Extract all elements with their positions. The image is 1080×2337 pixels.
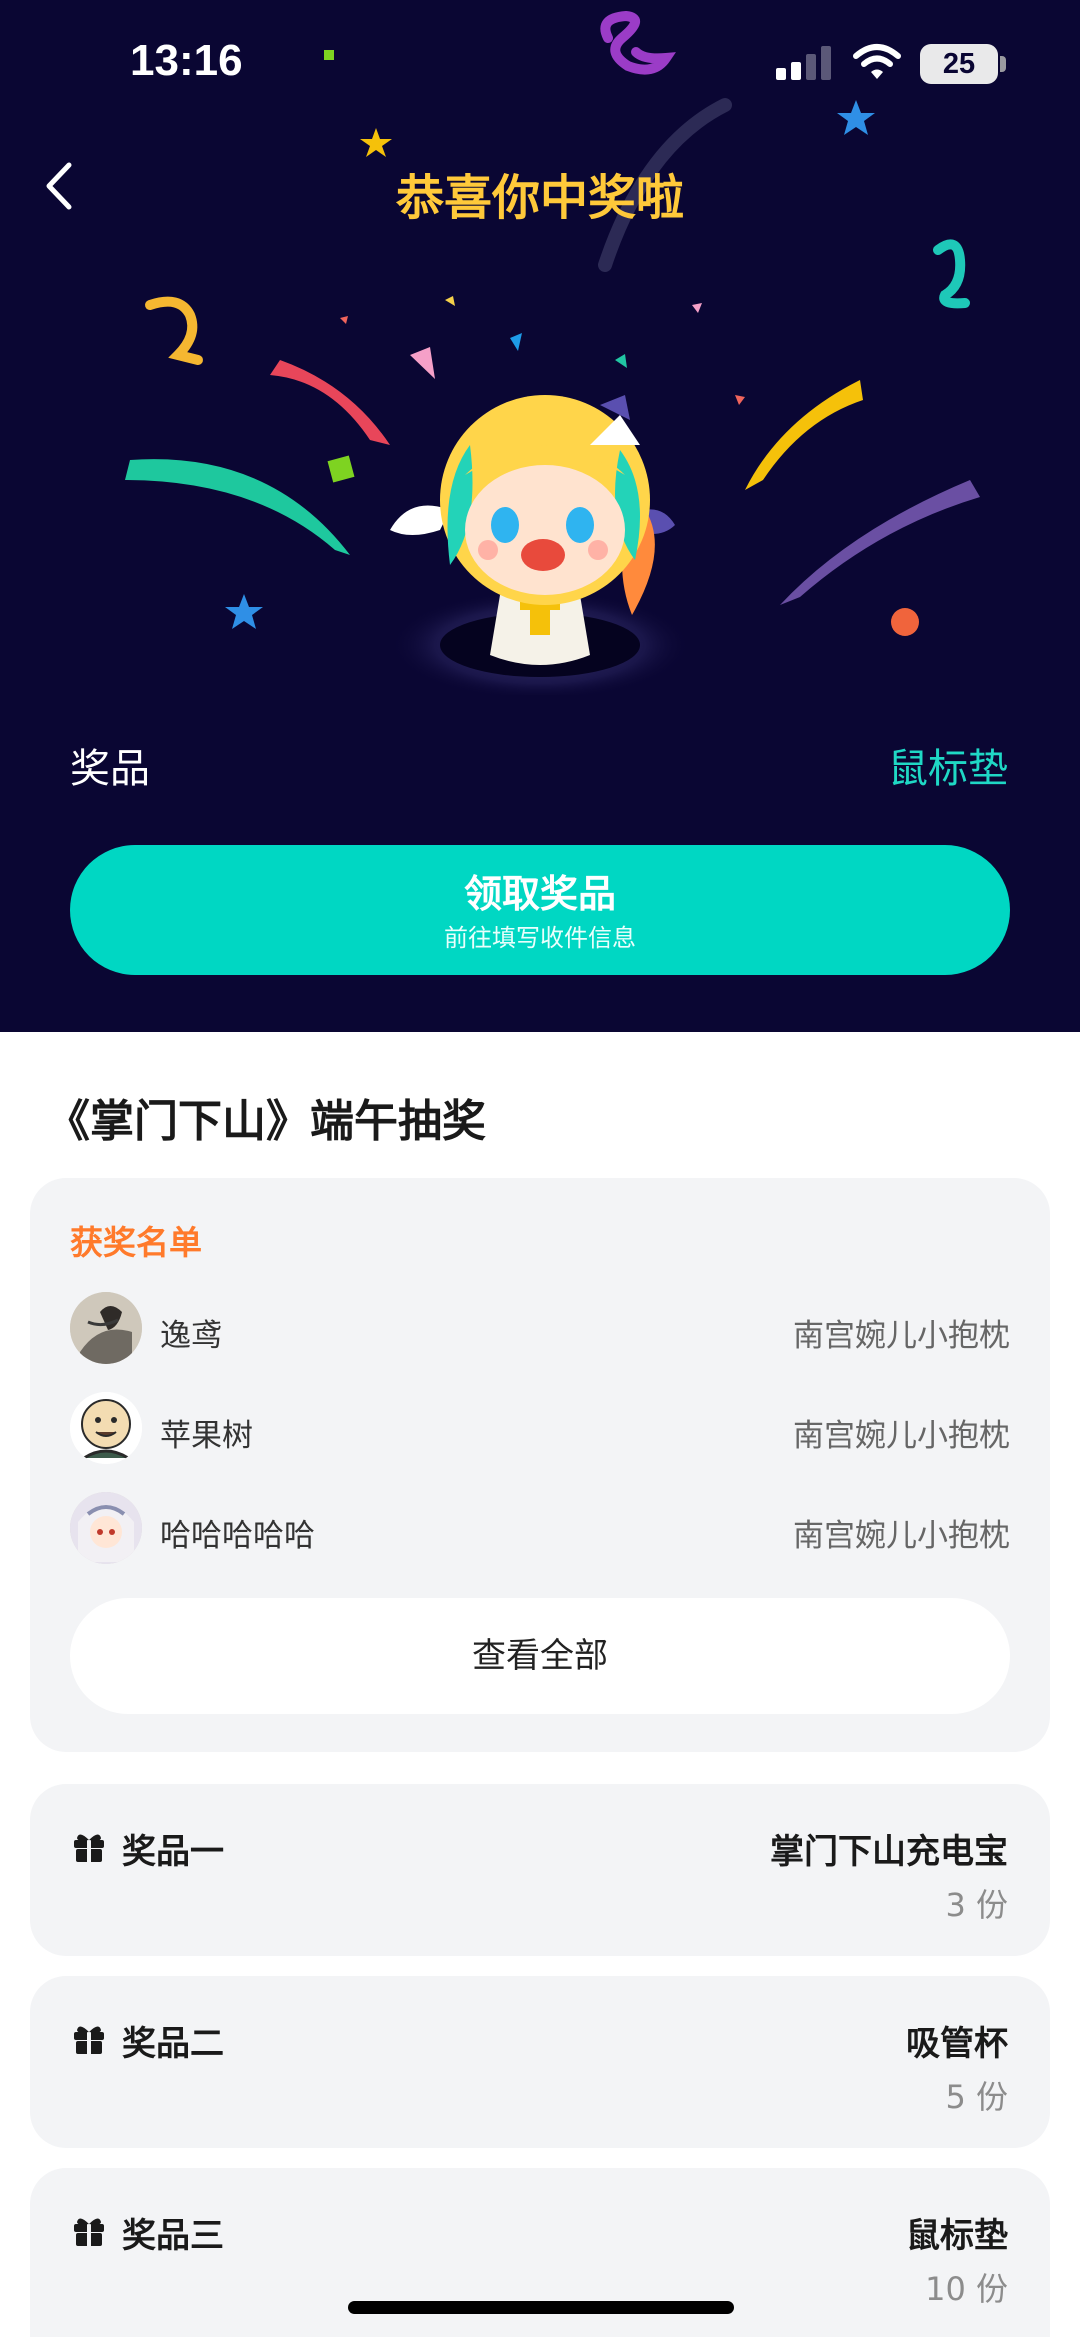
winner-name: 哈哈哈哈哈 xyxy=(160,1518,315,1554)
status-time: 13:16 xyxy=(130,36,243,85)
battery-level: 25 xyxy=(942,48,976,80)
mascot-illustration xyxy=(390,395,690,695)
prize-label: 奖品 xyxy=(70,746,150,792)
lottery-title: 《掌门下山》端午抽奖 xyxy=(46,1096,486,1147)
gift-icon xyxy=(74,2218,104,2246)
view-all-button[interactable]: 查看全部 xyxy=(70,1598,1010,1714)
battery-icon: 25 xyxy=(920,44,998,84)
prize-item: 吸管杯 xyxy=(906,2024,1008,2064)
prize-item: 掌门下山充电宝 xyxy=(770,1832,1008,1872)
prize-quantity: 10 份 xyxy=(925,2270,1008,2308)
avatar xyxy=(70,1392,142,1464)
signal-icon xyxy=(776,46,831,80)
battery-tip xyxy=(1000,56,1006,72)
winners-heading: 获奖名单 xyxy=(70,1223,202,1262)
prize-card: 奖品二 吸管杯 5 份 xyxy=(30,1976,1050,2148)
prize-quantity: 5 份 xyxy=(945,2078,1008,2116)
prize-name: 奖品一 xyxy=(122,1832,224,1872)
winner-prize: 南宫婉儿小抱枕 xyxy=(793,1418,1010,1454)
winner-row: 苹果树 南宫婉儿小抱枕 xyxy=(70,1392,1010,1464)
prize-card: 奖品一 掌门下山充电宝 3 份 xyxy=(30,1784,1050,1956)
hero-banner: 13:16 25 恭喜你中奖啦 奖品 鼠标垫 领取奖品 前往填写收件信息 xyxy=(0,0,1080,1032)
avatar xyxy=(70,1492,142,1564)
winner-name: 苹果树 xyxy=(160,1418,253,1454)
prize-quantity: 3 份 xyxy=(945,1886,1008,1924)
winner-prize: 南宫婉儿小抱枕 xyxy=(793,1318,1010,1354)
home-indicator[interactable] xyxy=(348,2301,734,2314)
prize-item: 鼠标垫 xyxy=(906,2216,1008,2256)
prize-name: 奖品三 xyxy=(122,2216,224,2256)
claim-button-subtitle: 前往填写收件信息 xyxy=(444,924,636,952)
winners-card: 获奖名单 逸鸢 南宫婉儿小抱枕 苹果树 南宫婉儿小抱枕 哈哈哈哈哈 南宫婉儿小抱… xyxy=(30,1178,1050,1752)
gift-icon xyxy=(74,1834,104,1862)
prize-value: 鼠标垫 xyxy=(888,746,1008,792)
claim-prize-button[interactable]: 领取奖品 前往填写收件信息 xyxy=(70,845,1010,975)
gift-icon xyxy=(74,2026,104,2054)
claim-button-title: 领取奖品 xyxy=(463,872,616,916)
winner-name: 逸鸢 xyxy=(160,1318,222,1354)
winner-row: 哈哈哈哈哈 南宫婉儿小抱枕 xyxy=(70,1492,1010,1564)
status-bar: 13:16 25 xyxy=(0,0,1080,130)
wifi-icon xyxy=(853,44,901,79)
page-title: 恭喜你中奖啦 xyxy=(395,170,684,226)
avatar xyxy=(70,1292,142,1364)
prize-name: 奖品二 xyxy=(122,2024,224,2064)
winner-row: 逸鸢 南宫婉儿小抱枕 xyxy=(70,1292,1010,1364)
winner-prize: 南宫婉儿小抱枕 xyxy=(793,1518,1010,1554)
